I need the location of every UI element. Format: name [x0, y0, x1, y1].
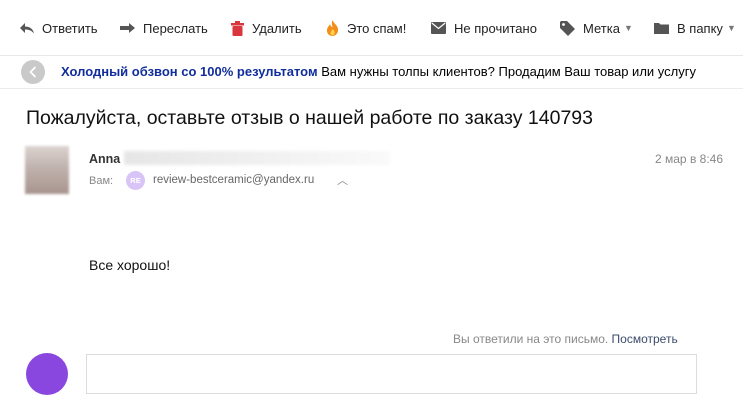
delete-button[interactable]: Удалить: [231, 18, 302, 38]
folder-icon: [654, 23, 669, 34]
folder-label: В папку: [677, 20, 723, 36]
toolbar: Ответить Переслать Удалить Это спам! Не …: [0, 0, 743, 56]
unread-label: Не прочитано: [454, 20, 537, 36]
label-button[interactable]: Метка ▼: [560, 18, 633, 38]
ad-banner[interactable]: Холодный обзвон со 100% результатом Вам …: [0, 56, 743, 89]
tag-icon: [560, 20, 575, 36]
message-subject: Пожалуйста, оставьте отзыв о нашей работ…: [26, 107, 593, 129]
quick-reply-input[interactable]: [86, 354, 697, 394]
ad-description: Вам нужны толпы клиентов? Продадим Ваш т…: [321, 64, 696, 79]
chevron-down-icon: ▼: [726, 23, 736, 33]
recipient-avatar: RE: [126, 171, 145, 190]
view-reply-link[interactable]: Посмотреть: [612, 332, 678, 346]
spam-button[interactable]: Это спам!: [326, 18, 406, 38]
forward-button[interactable]: Переслать: [120, 18, 208, 38]
chevron-left-icon: [29, 66, 37, 78]
chevron-down-icon: ▼: [623, 23, 633, 33]
replied-text: Вы ответили на это письмо.: [453, 332, 609, 346]
fire-icon: [327, 20, 339, 36]
spam-label: Это спам!: [347, 20, 407, 36]
sender-avatar: [25, 146, 69, 194]
delete-label: Удалить: [252, 20, 302, 36]
chevron-up-icon[interactable]: ︿: [337, 172, 348, 188]
reply-icon: [20, 23, 34, 34]
mark-unread-button[interactable]: Не прочитано: [431, 18, 537, 38]
message-body: Все хорошо!: [89, 257, 171, 273]
reply-label: Ответить: [42, 20, 98, 36]
back-button[interactable]: [21, 60, 45, 84]
sender-name[interactable]: Anna: [89, 152, 120, 166]
move-to-folder-button[interactable]: В папку ▼: [654, 18, 736, 38]
envelope-icon: [431, 22, 446, 34]
message-date: 2 мар в 8:46: [655, 152, 724, 166]
ad-text[interactable]: Холодный обзвон со 100% результатом Вам …: [61, 64, 696, 79]
forward-icon: [120, 23, 135, 33]
label-label: Метка: [583, 20, 620, 36]
forward-label: Переслать: [143, 20, 208, 36]
recipient-label: Вам:: [89, 175, 114, 187]
recipient-email[interactable]: review-bestceramic@yandex.ru: [153, 174, 314, 186]
reply-button[interactable]: Ответить: [20, 18, 98, 38]
replied-notice: Вы ответили на это письмо. Посмотреть: [453, 332, 678, 346]
ad-title[interactable]: Холодный обзвон со 100% результатом: [61, 64, 318, 79]
trash-icon: [231, 20, 244, 36]
user-avatar: [26, 353, 68, 395]
sender-email-redacted: [124, 151, 390, 165]
